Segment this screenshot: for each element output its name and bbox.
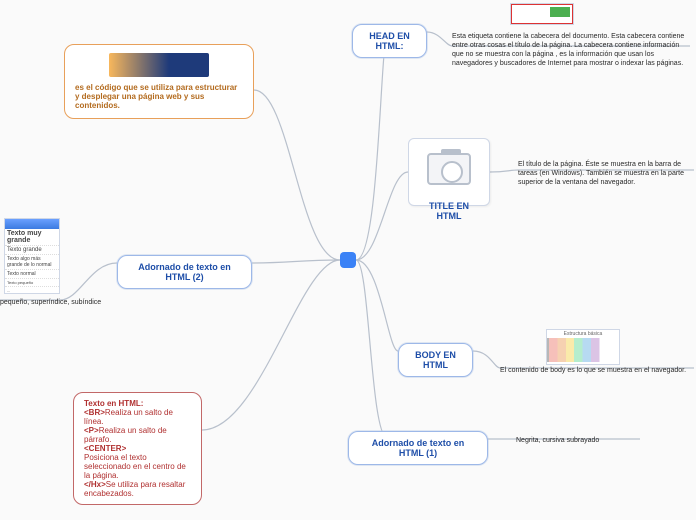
detail-title: El título de la página. Éste se muestra … — [518, 160, 694, 187]
node-title[interactable]: TITLE EN HTML — [408, 138, 490, 206]
node-adornado-1[interactable]: Adornado de texto en HTML (1) — [348, 431, 488, 465]
code-thumbnail — [109, 53, 209, 77]
detail-body: El contenido de body es lo que se muestr… — [500, 366, 696, 375]
detail-adorn2: pequeño, superíndice, subíndice — [0, 298, 110, 307]
detail-head: Esta etiqueta contiene la cabecera del d… — [452, 32, 692, 68]
node-head[interactable]: HEAD EN HTML: — [352, 24, 427, 58]
thumb-body-structure: Estructura básica — [546, 329, 620, 365]
root-node[interactable] — [340, 252, 356, 268]
thumb-browser-text-sizes: Texto muy grande Texto grande Texto algo… — [4, 218, 60, 294]
node-body[interactable]: BODY EN HTML — [398, 343, 473, 377]
tag-hx-key: </Hx> — [84, 480, 106, 489]
html-tags-box[interactable]: Texto en HTML: <BR>Realiza un salto de l… — [73, 392, 202, 505]
detail-adorn1: Negrita, cursiva subrayado — [516, 436, 644, 445]
definition-box[interactable]: es el código que se utiliza para estruct… — [64, 44, 254, 119]
thumb-head-preview — [510, 3, 574, 25]
tag-center-key: <CENTER> — [84, 444, 126, 453]
node-title-label: TITLE EN HTML — [419, 201, 479, 221]
tag-p-key: <P> — [84, 426, 99, 435]
camera-icon — [427, 153, 471, 185]
tag-center-text: Posiciona el texto seleccionado en el ce… — [84, 453, 186, 480]
definition-text: es el código que se utiliza para estruct… — [75, 83, 243, 110]
node-adornado-2[interactable]: Adornado de texto en HTML (2) — [117, 255, 252, 289]
